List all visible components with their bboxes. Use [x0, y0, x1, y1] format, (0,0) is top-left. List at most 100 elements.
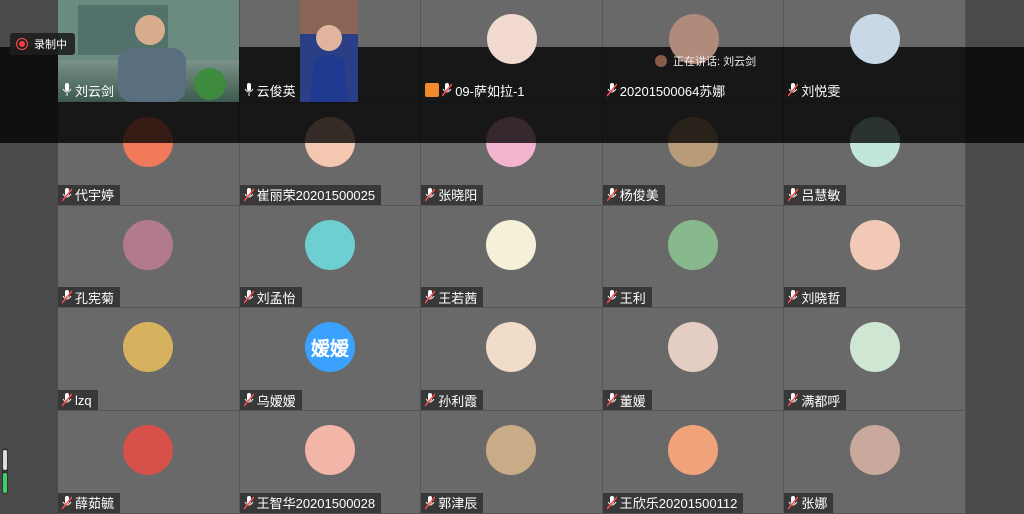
participant-name: 孙利霞 [438, 393, 478, 409]
participant-avatar [849, 425, 900, 476]
participant-tile[interactable]: 云俊英 [240, 0, 422, 102]
volume-meter [2, 448, 8, 494]
participant-name-tag: 王利 [602, 287, 652, 308]
microphone-muted-icon [425, 290, 436, 304]
participant-tile[interactable]: 张娜 [784, 411, 966, 514]
participant-tile[interactable]: 刘晓哲 [784, 205, 966, 309]
participant-name: 刘云剑 [75, 83, 115, 99]
participant-avatar [123, 425, 174, 476]
participant-tile[interactable]: 09-萨如拉-1 [421, 0, 603, 102]
participant-name-tag: 乌嫒嫒 [239, 390, 302, 411]
participant-name-tag: 孔宪菊 [58, 287, 121, 308]
participant-avatar [486, 322, 537, 373]
microphone-muted-icon [788, 290, 799, 304]
participant-tile[interactable]: 王欣乐20201500112 [602, 411, 785, 514]
microphone-muted-icon [62, 495, 72, 510]
participant-name: 王若茜 [438, 290, 478, 306]
participant-name: 董媛 [619, 393, 646, 409]
participant-tile[interactable]: 满都呼 [784, 308, 966, 412]
participant-name: 刘孟怡 [256, 290, 296, 306]
microphone-muted-icon [425, 393, 436, 407]
participant-tile[interactable]: 董媛 [602, 308, 785, 412]
participant-tile[interactable]: 王智华20201500028 [239, 411, 422, 514]
participant-name-tag: 云俊英 [240, 80, 302, 100]
participant-tile[interactable]: 刘孟怡 [239, 205, 422, 309]
participant-name-tag: 王若茜 [421, 287, 484, 308]
microphone-icon [244, 83, 254, 97]
participant-name-tag: 张晓阳 [421, 184, 484, 205]
microphone-muted-icon [606, 393, 617, 407]
participant-name: 杨俊美 [619, 188, 659, 204]
participant-name: 代宇婷 [75, 188, 115, 204]
participant-avatar [304, 219, 355, 270]
participant-tile[interactable]: 刘云剑 [58, 0, 240, 102]
participant-name: 乌嫒嫒 [256, 393, 296, 409]
microphone-muted-icon [442, 83, 453, 97]
participant-tile[interactable]: lzq [58, 308, 240, 412]
microphone-muted-icon [243, 393, 254, 407]
participant-tile[interactable]: 20201500064苏娜 [603, 0, 785, 102]
microphone-muted-icon [425, 187, 436, 202]
participant-avatar: 嫒嫒 [304, 322, 355, 373]
participant-tile[interactable]: 刘悦雯 [784, 0, 966, 102]
participant-avatar [304, 425, 355, 476]
speaking-indicator: 正在讲话: 刘云剑 [655, 52, 756, 70]
participant-name: 王欣乐20201500112 [619, 496, 738, 512]
microphone-muted-icon [425, 495, 436, 510]
microphone-muted-icon [243, 290, 254, 304]
microphone-muted-icon [243, 495, 254, 510]
participant-name: 张晓阳 [438, 188, 478, 204]
speaking-label: 正在讲话: 刘云剑 [673, 56, 757, 68]
microphone-muted-icon [62, 290, 72, 304]
microphone-muted-icon [62, 393, 72, 407]
user-icon [425, 83, 440, 97]
participant-name: 刘晓哲 [801, 290, 841, 306]
participant-name-tag: 刘悦雯 [784, 80, 846, 100]
recording-indicator[interactable]: 录制中 [10, 33, 75, 55]
participant-tile[interactable]: 王若茜 [421, 205, 603, 309]
volume-meter-fill [3, 473, 7, 493]
participant-tile[interactable]: 薛茹毓 [58, 411, 240, 514]
participant-name-tag: 代宇婷 [58, 184, 121, 205]
participant-name-tag: 刘晓哲 [784, 287, 847, 308]
participant-name: 郭津辰 [438, 496, 478, 512]
participant-name-tag: 郭津辰 [421, 492, 484, 513]
participant-name: lzq [75, 392, 92, 408]
participant-name: 薛茹毓 [75, 496, 115, 512]
participant-name: 满都呼 [801, 393, 841, 409]
participant-tile[interactable]: 孔宪菊 [58, 205, 240, 309]
speaker-avatar-icon [655, 55, 667, 67]
participant-name: 张娜 [801, 496, 828, 512]
participant-tile[interactable]: 王利 [602, 205, 785, 309]
participant-name: 崔丽荣20201500025 [256, 188, 376, 204]
microphone-muted-icon [788, 187, 799, 202]
participant-name-tag: 董媛 [602, 390, 652, 411]
participant-name-tag: 满都呼 [784, 390, 847, 411]
participant-avatar [850, 14, 901, 64]
microphone-muted-icon [62, 187, 72, 202]
participant-name: 孔宪菊 [75, 290, 115, 306]
participant-tile[interactable]: 郭津辰 [421, 411, 603, 514]
participant-name-tag: 崔丽荣20201500025 [239, 184, 382, 205]
microphone-muted-icon [243, 187, 254, 202]
participant-name: 吕慧敏 [801, 188, 841, 204]
participant-name-tag: 20201500064苏娜 [603, 80, 732, 100]
microphone-muted-icon [606, 187, 617, 202]
participant-name-tag: lzq [58, 390, 98, 411]
volume-meter-track [3, 450, 7, 470]
participant-name-tag: 杨俊美 [602, 184, 665, 205]
top-participant-row: 刘云剑 云俊英 09-萨如拉-1 20201500064苏娜 刘悦雯 [58, 0, 966, 102]
participant-name: 王利 [619, 290, 646, 306]
participant-tile[interactable]: 孙利霞 [421, 308, 603, 412]
participant-avatar [668, 425, 719, 476]
participant-avatar [486, 219, 537, 270]
participant-name-tag: 薛茹毓 [58, 492, 121, 513]
participant-name-tag: 孙利霞 [421, 390, 484, 411]
participant-name: 09-萨如拉-1 [455, 83, 525, 99]
participant-name-tag: 09-萨如拉-1 [421, 80, 530, 100]
participant-avatar [486, 425, 537, 476]
participant-name-tag: 刘云剑 [58, 80, 120, 100]
participant-name-tag: 刘孟怡 [239, 287, 302, 308]
participant-tile[interactable]: 嫒嫒乌嫒嫒 [239, 308, 422, 412]
record-icon [16, 38, 28, 50]
